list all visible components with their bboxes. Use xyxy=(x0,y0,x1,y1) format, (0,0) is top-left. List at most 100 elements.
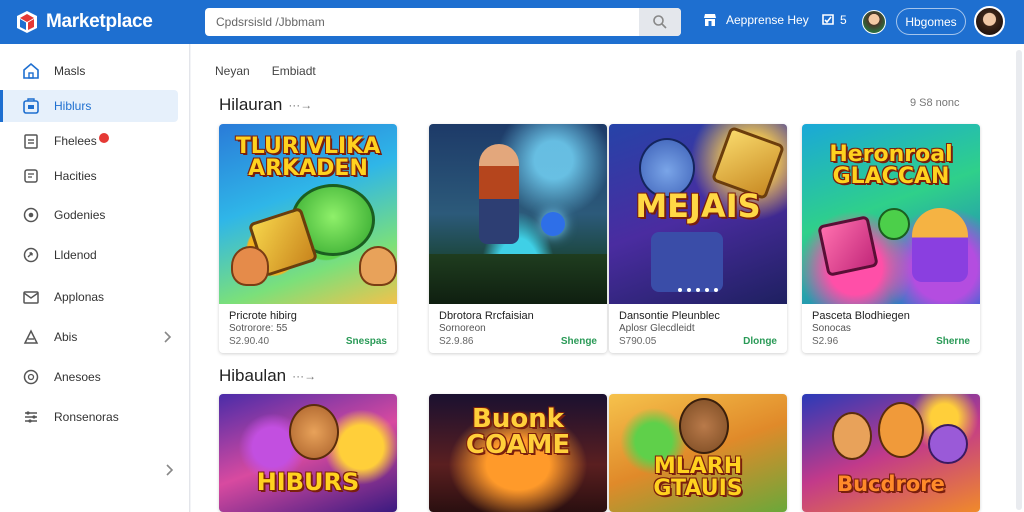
card-action-button[interactable]: Snespas xyxy=(346,336,387,347)
search-bar[interactable]: Cpdsrsisld /Jbbmam xyxy=(205,8,681,36)
cover-character xyxy=(928,424,968,464)
sidebar-item-refresh[interactable]: Lldenod xyxy=(0,239,178,271)
sidebar-item-label: Fhelees xyxy=(54,134,97,148)
game-cover-image: MEJAIS xyxy=(609,124,787,304)
account-button[interactable]: Hbgomes xyxy=(896,8,966,35)
logo-cube-icon xyxy=(17,11,37,33)
cover-body xyxy=(651,232,723,292)
card-price: S790.05 xyxy=(619,336,657,347)
chevron-right-icon[interactable] xyxy=(162,463,176,477)
sidebar-item-bag[interactable]: Fhelees xyxy=(0,125,178,157)
search-input[interactable]: Cpdsrsisld /Jbbmam xyxy=(216,15,639,29)
chevron-right-icon xyxy=(164,331,172,343)
cover-title: MLARH GTAUIS xyxy=(653,454,743,501)
tab-neyan[interactable]: Neyan xyxy=(215,64,250,78)
sidebar-item-label: Lldenod xyxy=(54,248,97,262)
sort-label[interactable]: 9 S8 nonc xyxy=(910,97,960,109)
cover-pet xyxy=(231,246,269,286)
cover-character xyxy=(832,412,872,460)
card-title: Dansontie Pleunblec xyxy=(619,310,720,322)
sidebar-item-label: Applonas xyxy=(54,290,105,304)
sidebar-item-help[interactable]: Anesoes xyxy=(0,361,178,393)
cover-character xyxy=(912,208,968,282)
sidebar-item-home[interactable]: Masls xyxy=(0,55,178,87)
card-price: S2.96 xyxy=(812,336,839,347)
subtabs: Neyan Embiadt xyxy=(215,64,338,78)
card-price: S2.90.40 xyxy=(229,336,270,347)
card-info: Pricrote hibirg Sotrorore: 55 S2.90.40 S… xyxy=(219,304,397,353)
game-cover-image: MLARH GTAUIS xyxy=(609,394,787,512)
search-button[interactable] xyxy=(639,8,681,36)
game-card[interactable]: MEJAIS Dansontie Pleunblec Aplosr Glecdl… xyxy=(609,124,787,353)
cover-block xyxy=(817,215,879,277)
bag-icon xyxy=(22,132,40,150)
vertical-scrollbar[interactable] xyxy=(1016,50,1022,510)
game-cover-image xyxy=(429,124,607,304)
sidebar-item-label: Abis xyxy=(54,330,78,344)
store-link[interactable]: Aepprense Hey xyxy=(702,12,809,28)
game-cover-image: Buonk COAME xyxy=(429,394,607,512)
card-action-button[interactable]: Dlonge xyxy=(743,336,777,347)
logo[interactable]: Marketplace xyxy=(15,10,205,34)
card-action-button[interactable]: Sherne xyxy=(936,336,970,347)
cover-title: TLURIVLIKA ARKADEN xyxy=(235,134,381,181)
game-cover-image: Bucdrore xyxy=(802,394,980,512)
cart-icon xyxy=(822,14,834,25)
store-label: Aepprense Hey xyxy=(726,13,809,27)
card-subtitle: Sornoreon xyxy=(439,323,486,334)
cover-orb xyxy=(878,208,910,240)
section-title-text: Hilauran xyxy=(219,95,283,114)
card-info: Pasceta Blodhiegen Sonocas S2.96 Sherne xyxy=(802,304,980,353)
card-action-button[interactable]: Shenge xyxy=(561,336,597,347)
mail-icon xyxy=(22,288,40,306)
game-card[interactable]: Heronroal GLACCAN Pasceta Blodhiegen Sono… xyxy=(802,124,980,353)
sidebar-item-settings[interactable]: Ronsenoras xyxy=(0,401,178,433)
section-title: Hibaulan ···→ xyxy=(219,366,316,386)
card-title: Pricrote hibirg xyxy=(229,310,297,322)
game-card[interactable]: MLARH GTAUIS xyxy=(609,394,787,512)
sidebar-item-label: Godenies xyxy=(54,208,106,222)
gear-icon xyxy=(22,206,40,224)
store-icon xyxy=(22,97,40,115)
arrow-right-icon[interactable]: ···→ xyxy=(292,369,316,383)
tab-embiadt[interactable]: Embiadt xyxy=(272,64,316,78)
carousel-dots[interactable] xyxy=(609,288,787,292)
game-card[interactable]: TLURIVLIKA ARKADEN Pricrote hibirg Sotror… xyxy=(219,124,397,353)
section-title-text: Hibaulan xyxy=(219,366,287,385)
sidebar: Masls Hiblurs Fhelees Hacities Godenies … xyxy=(0,44,190,512)
friend-avatar[interactable] xyxy=(862,10,886,34)
cover-character xyxy=(679,398,729,454)
refresh-icon xyxy=(22,246,40,264)
sidebar-item-mail[interactable]: Applonas xyxy=(0,281,178,313)
game-card[interactable]: Bucdrore xyxy=(802,394,980,512)
cover-character xyxy=(289,404,339,460)
game-card[interactable]: Buonk COAME xyxy=(429,394,607,512)
game-cover-image: Heronroal GLACCAN xyxy=(802,124,980,304)
cover-title: Bucdrore xyxy=(837,472,945,496)
sidebar-item-apps[interactable]: Abis xyxy=(0,321,178,353)
game-card[interactable]: HIBURS xyxy=(219,394,397,512)
cover-title: HIBURS xyxy=(256,468,360,496)
cover-title: MEJAIS xyxy=(635,187,761,225)
game-card[interactable]: Dbrotora Rrcfaisian Sornoreon S2.9.86 Sh… xyxy=(429,124,607,353)
card-info: Dansontie Pleunblec Aplosr Glecdleidt S7… xyxy=(609,304,787,353)
app-name: Marketplace xyxy=(46,11,153,32)
cart-button[interactable]: 5 xyxy=(820,12,847,28)
sidebar-item-store[interactable]: Hiblurs xyxy=(0,90,178,122)
card-subtitle: Aplosr Glecdleidt xyxy=(619,323,695,334)
cover-orb xyxy=(541,212,565,236)
sidebar-item-gear[interactable]: Godenies xyxy=(0,199,178,231)
cover-title: Heronroal GLACCAN xyxy=(829,142,953,189)
user-avatar[interactable] xyxy=(974,6,1005,37)
cover-character xyxy=(479,144,519,244)
search-icon xyxy=(653,15,667,29)
sidebar-item-label: Hiblurs xyxy=(54,99,92,113)
section-title: Hilauran ···→ xyxy=(219,95,312,115)
cover-ground xyxy=(429,254,607,304)
arrow-right-icon[interactable]: ···→ xyxy=(288,98,312,112)
cover-pet xyxy=(359,246,397,286)
sidebar-item-label: Ronsenoras xyxy=(54,410,119,424)
sidebar-item-label: Anesoes xyxy=(54,370,101,384)
cart-count: 5 xyxy=(840,13,847,27)
sidebar-item-list[interactable]: Hacities xyxy=(0,160,178,192)
